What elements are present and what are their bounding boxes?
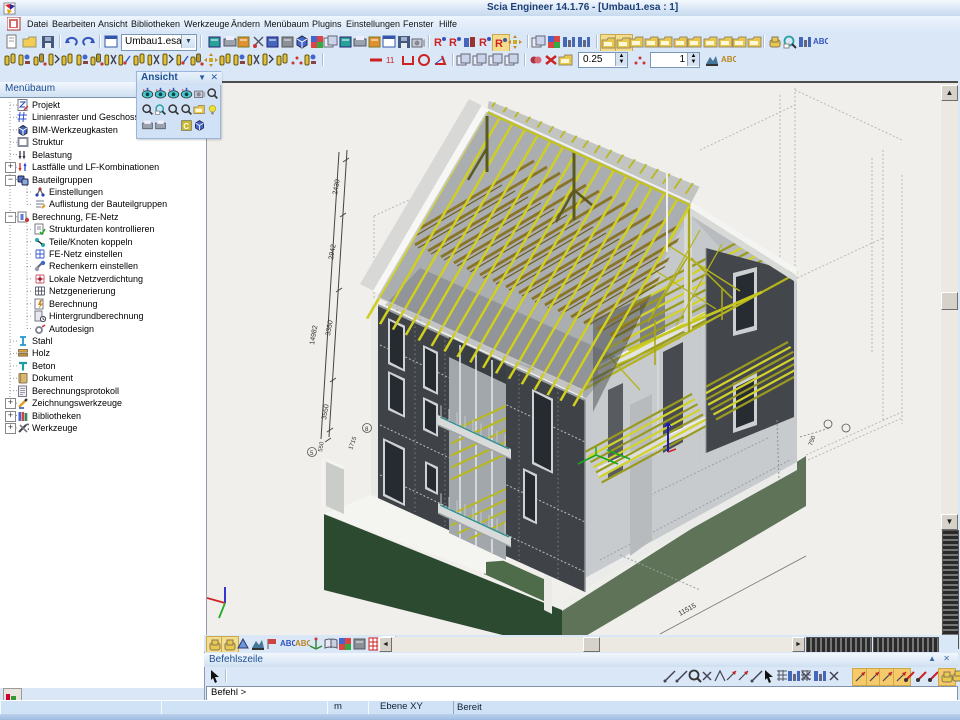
svg-text:R: R — [495, 38, 503, 50]
svg-text:R: R — [434, 37, 442, 49]
svg-text:R: R — [449, 37, 457, 49]
svg-text:z: z — [169, 87, 171, 92]
svg-text:ABC: ABC — [813, 37, 828, 46]
svg-text:z: z — [182, 87, 184, 92]
svg-text:3350: 3350 — [325, 320, 335, 337]
svg-text:2430: 2430 — [332, 179, 342, 196]
svg-text:750: 750 — [808, 435, 817, 447]
svg-text:R: R — [479, 37, 487, 49]
svg-text:C: C — [183, 122, 189, 131]
svg-text:3550: 3550 — [321, 404, 331, 421]
svg-text:14982: 14982 — [309, 325, 319, 345]
svg-text:1715: 1715 — [348, 435, 358, 450]
svg-text:11: 11 — [386, 56, 395, 65]
svg-text:2942: 2942 — [328, 244, 338, 261]
svg-text:z: z — [143, 87, 145, 92]
svg-text:550: 550 — [318, 441, 326, 453]
svg-text:ABC: ABC — [721, 55, 736, 64]
svg-text:z: z — [156, 87, 158, 92]
